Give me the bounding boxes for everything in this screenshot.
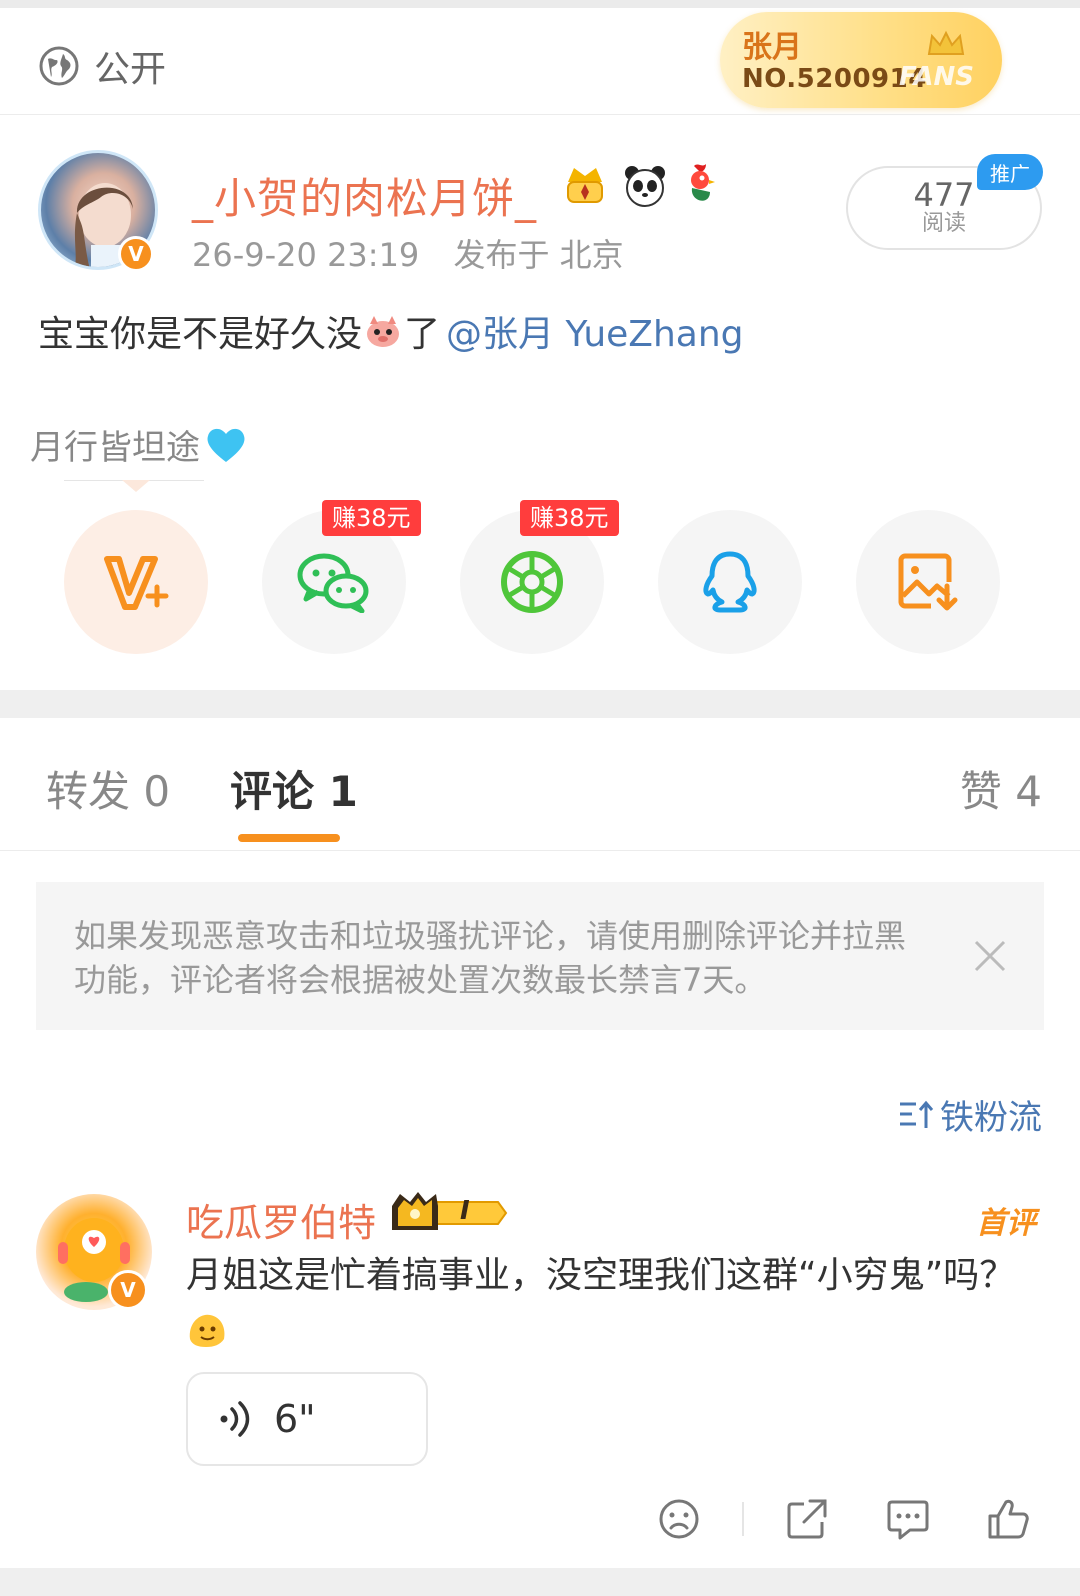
fans-badge-name: 张月 <box>742 30 802 65</box>
post-meta: 26-9-20 23:19 发布于 北京 <box>192 230 624 276</box>
post-location: 发布于 北京 <box>453 236 624 274</box>
crown-icon <box>927 30 965 55</box>
close-icon[interactable] <box>972 938 1008 974</box>
signature-caret <box>122 480 150 492</box>
save-image-icon <box>898 553 958 611</box>
first-comment-tag: 首评 <box>976 1206 1036 1241</box>
fan-level-badge: I <box>390 1190 508 1240</box>
share-vplus-button[interactable] <box>64 510 208 654</box>
voice-duration: 6" <box>274 1397 316 1441</box>
tabs-divider <box>0 850 1080 851</box>
top-strip <box>0 0 1080 8</box>
tab-comment[interactable]: 评论 1 <box>230 758 358 819</box>
share-row: 赚38元 赚38元 <box>0 500 1080 660</box>
promote-badge[interactable]: 推广 <box>977 154 1043 190</box>
fan-level-text: I <box>460 1196 470 1226</box>
rooster-icon <box>691 164 715 201</box>
fans-badge[interactable]: 张月 NO.5200914 FANS <box>720 12 1002 108</box>
sort-toggle[interactable]: 铁粉流 <box>898 1090 1042 1139</box>
moments-earn-badge: 赚38元 <box>520 500 619 536</box>
mention-link[interactable]: @张月 YueZhang <box>446 305 743 357</box>
post-time: 26-9-20 23:19 <box>192 236 420 274</box>
dislike-face-icon[interactable] <box>658 1498 700 1540</box>
section-gap <box>0 690 1080 718</box>
sad-pig-emoji-icon <box>367 316 400 347</box>
post-text-before: 宝宝你是不是好久没 <box>38 314 363 355</box>
commenter-verified-badge: V <box>108 1270 148 1310</box>
qq-icon <box>703 551 757 613</box>
post-text-after: 了 <box>404 314 441 355</box>
save-image-button[interactable] <box>856 510 1000 654</box>
share-qq-button[interactable] <box>658 510 802 654</box>
moments-icon <box>501 551 563 613</box>
share-icon[interactable] <box>786 1498 828 1540</box>
sort-label: 铁粉流 <box>940 1098 1042 1138</box>
visibility-label: 公开 <box>94 49 167 90</box>
read-label: 阅读 <box>921 211 966 236</box>
tab-active-indicator <box>238 834 340 842</box>
wechat-icon <box>297 553 369 613</box>
author-badges <box>560 162 720 208</box>
author-name[interactable]: _小贺的肉松月饼_ <box>192 165 537 226</box>
bottom-gap <box>0 1568 1080 1596</box>
melting-face-emoji-icon <box>189 1314 225 1347</box>
globe-icon <box>39 46 79 86</box>
voice-wave-icon <box>220 1401 250 1437</box>
sort-icon <box>900 1100 934 1128</box>
wechat-earn-badge: 赚38元 <box>322 500 421 536</box>
notice-text: 如果发现恶意攻击和垃圾骚扰评论，请使用删除评论并拉黑功能，评论者将会根据被处置次… <box>74 917 907 999</box>
fans-badge-tag: FANS <box>898 62 974 92</box>
commenter-name[interactable]: 吃瓜罗伯特 <box>186 1192 376 1247</box>
comment-text-body: 月姐这是忙着搞事业，没空理我们这群“小穷鬼”吗？ <box>186 1255 1016 1296</box>
panda-icon <box>625 166 665 207</box>
voice-message-button[interactable]: 6" <box>186 1372 428 1466</box>
actions-separator <box>742 1502 744 1536</box>
crown-medal-icon <box>567 168 603 203</box>
vplus-icon <box>104 556 169 610</box>
post-signature[interactable]: 月行皆坦途 <box>30 420 246 469</box>
comment-icon[interactable] <box>886 1498 930 1540</box>
like-thumb-icon[interactable] <box>986 1498 1030 1540</box>
visibility-indicator[interactable]: 公开 <box>38 40 166 92</box>
crown-level-icon <box>392 1192 508 1230</box>
blue-heart-icon <box>207 428 245 462</box>
tab-repost[interactable]: 转发 0 <box>46 758 170 819</box>
verified-badge: V <box>118 236 154 272</box>
tab-like[interactable]: 赞 4 <box>960 758 1042 819</box>
comment-text: 月姐这是忙着搞事业，没空理我们这群“小穷鬼”吗？ <box>186 1250 1026 1354</box>
signature-text: 月行皆坦途 <box>30 428 200 468</box>
post-body: 宝宝你是不是好久没 了 @张月 YueZhang <box>38 305 744 357</box>
header-divider <box>0 114 1080 115</box>
moderation-notice: 如果发现恶意攻击和垃圾骚扰评论，请使用删除评论并拉黑功能，评论者将会根据被处置次… <box>36 882 1044 1030</box>
